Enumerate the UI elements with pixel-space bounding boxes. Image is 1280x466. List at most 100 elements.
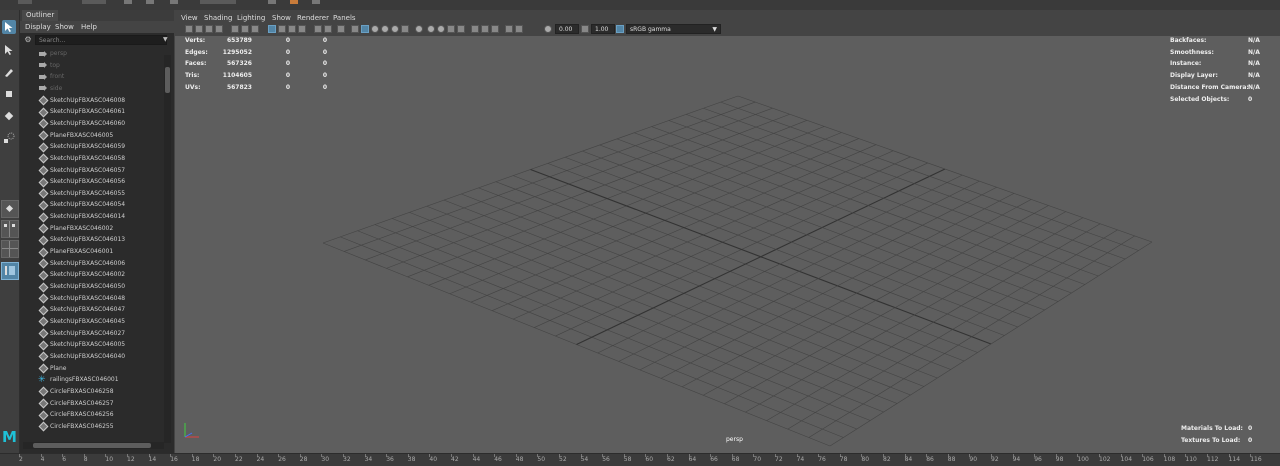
resolution-gate-icon[interactable] [278,25,286,33]
shelf-field[interactable] [82,0,106,4]
color-space-dropdown[interactable]: sRGB gamma ▼ [626,24,721,34]
grease-pencil-icon[interactable] [231,25,239,33]
outliner-vertical-scrollbar[interactable] [164,55,171,443]
outliner-item[interactable]: front [38,71,64,82]
lasso-tool-icon[interactable] [2,43,16,57]
scale-tool-icon[interactable] [2,131,16,145]
outliner-item[interactable]: SketchUpFBXASC046048 [38,293,125,304]
gate-mask-icon[interactable] [288,25,296,33]
outliner-item[interactable]: PlaneFBXASC046005 [38,130,113,141]
outliner-item[interactable]: SketchUpFBXASC046061 [38,106,125,117]
outliner-item[interactable]: SketchUpFBXASC046058 [38,153,125,164]
grid-toggle-icon[interactable] [251,25,259,33]
wireframe-icon[interactable] [337,25,345,33]
textured-icon[interactable] [381,25,389,33]
smooth-shade-icon[interactable] [351,25,359,33]
isolate-select-icon[interactable] [457,25,465,33]
menu-shading[interactable]: Shading [204,14,232,22]
2d-pan-zoom-icon[interactable] [241,25,249,33]
outliner-item[interactable]: PlaneFBXASC046001 [38,246,113,257]
wireframe-on-shaded-icon[interactable] [361,25,369,33]
xray-active-icon[interactable] [481,25,489,33]
scrollbar-thumb[interactable] [33,443,151,448]
camera-attributes-icon[interactable] [195,25,203,33]
four-pane-layout-icon[interactable] [1,240,19,258]
search-input[interactable]: Search... [35,35,167,45]
outliner-item[interactable]: Plane [38,363,66,374]
outliner-menu-display[interactable]: Display [25,23,51,31]
outliner-item[interactable]: CircleFBXASC046256 [38,409,114,420]
backface-culling-icon[interactable] [505,25,513,33]
outliner-item[interactable]: SketchUpFBXASC046055 [38,188,125,199]
field-chart-icon[interactable] [298,25,306,33]
shelf-icon[interactable] [268,0,276,4]
outliner-item[interactable]: SketchUpFBXASC046054 [38,199,125,210]
shelf-mode-dropdown[interactable] [18,0,32,4]
outliner-item[interactable]: SketchUpFBXASC046014 [38,211,125,222]
outliner-item[interactable]: SketchUpFBXASC046060 [38,118,125,129]
outliner-item[interactable]: SketchUpFBXASC046040 [38,351,125,362]
outliner-item[interactable]: top [38,60,60,71]
multisample-aa-icon[interactable] [437,25,445,33]
time-slider[interactable]: 2 4 6 8 10 12 14 16 18 20 22 24 26 28 30 32 34 36 38 40 42 44… [0,453,1280,466]
outliner-item[interactable]: SketchUpFBXASC046027 [38,328,125,339]
outliner-item[interactable]: CircleFBXASC046255 [38,421,114,432]
outliner-item[interactable]: SketchUpFBXASC046056 [38,176,125,187]
image-plane-icon[interactable] [215,25,223,33]
outliner-item[interactable]: SketchUpFBXASC046005 [38,339,125,350]
shelf-icon[interactable] [146,0,154,4]
outliner-item[interactable]: SketchUpFBXASC046045 [38,316,125,327]
menu-panels[interactable]: Panels [333,14,356,22]
outliner-item[interactable]: CircleFBXASC046257 [38,398,114,409]
perspective-viewport[interactable]: Verts: 653789 0 0 Edges: 1295052 0 0 Faces: 56732… [175,36,1280,453]
two-pane-layout-icon[interactable] [1,220,19,238]
film-gate-icon[interactable] [268,25,276,33]
depth-of-field-icon[interactable] [447,25,455,33]
bookmark-icon[interactable] [205,25,213,33]
shelf-icon[interactable] [124,0,132,4]
outliner-item[interactable]: ✳ railingsFBXASC046001 [38,374,119,385]
search-options-icon[interactable]: ⚙ [23,35,33,45]
shelf-icon[interactable] [170,0,178,4]
camera-select-icon[interactable] [185,25,193,33]
render-icon[interactable] [290,0,298,4]
select-tool-icon[interactable] [2,20,16,34]
menu-view[interactable]: View [181,14,198,22]
outliner-item[interactable]: PlaneFBXASC046002 [38,223,113,234]
outliner-item[interactable]: SketchUpFBXASC046050 [38,281,125,292]
safe-title-icon[interactable] [324,25,332,33]
gamma-field[interactable]: 1.00 [591,24,615,34]
outliner-menu-show[interactable]: Show [55,23,74,31]
exposure-icon[interactable] [544,25,552,33]
move-tool-icon[interactable] [2,87,16,101]
outliner-tab[interactable]: Outliner [22,10,59,21]
color-management-icon[interactable] [515,25,523,33]
use-all-lights-icon[interactable] [391,25,399,33]
menu-renderer[interactable]: Renderer [297,14,329,22]
safe-action-icon[interactable] [314,25,322,33]
shelf-icon[interactable] [312,0,320,4]
xray-icon[interactable] [471,25,479,33]
xray-joints-icon[interactable] [491,25,499,33]
motion-blur-icon[interactable] [427,25,435,33]
gamma-icon[interactable] [581,25,589,33]
menu-show[interactable]: Show [272,14,291,22]
outliner-item[interactable]: SketchUpFBXASC046008 [38,95,125,106]
view-transform-icon[interactable] [616,25,624,33]
outliner-item[interactable]: persp [38,48,67,59]
outliner-item[interactable]: CircleFBXASC046258 [38,386,114,397]
outliner-item[interactable]: SketchUpFBXASC046057 [38,165,125,176]
paint-select-tool-icon[interactable] [2,65,16,79]
outliner-item[interactable]: SketchUpFBXASC046006 [38,258,125,269]
outliner-persp-layout-icon[interactable] [1,262,19,280]
outliner-item[interactable]: side [38,83,62,94]
default-material-icon[interactable] [371,25,379,33]
single-pane-layout-icon[interactable] [1,200,19,218]
outliner-item[interactable]: SketchUpFBXASC046002 [38,269,125,280]
scrollbar-thumb[interactable] [165,67,170,93]
chevron-down-icon[interactable]: ▼ [163,36,168,43]
rotate-tool-icon[interactable] [2,109,16,123]
ambient-occlusion-icon[interactable] [415,25,423,33]
shelf-field[interactable] [200,0,236,4]
outliner-item[interactable]: SketchUpFBXASC046059 [38,141,125,152]
